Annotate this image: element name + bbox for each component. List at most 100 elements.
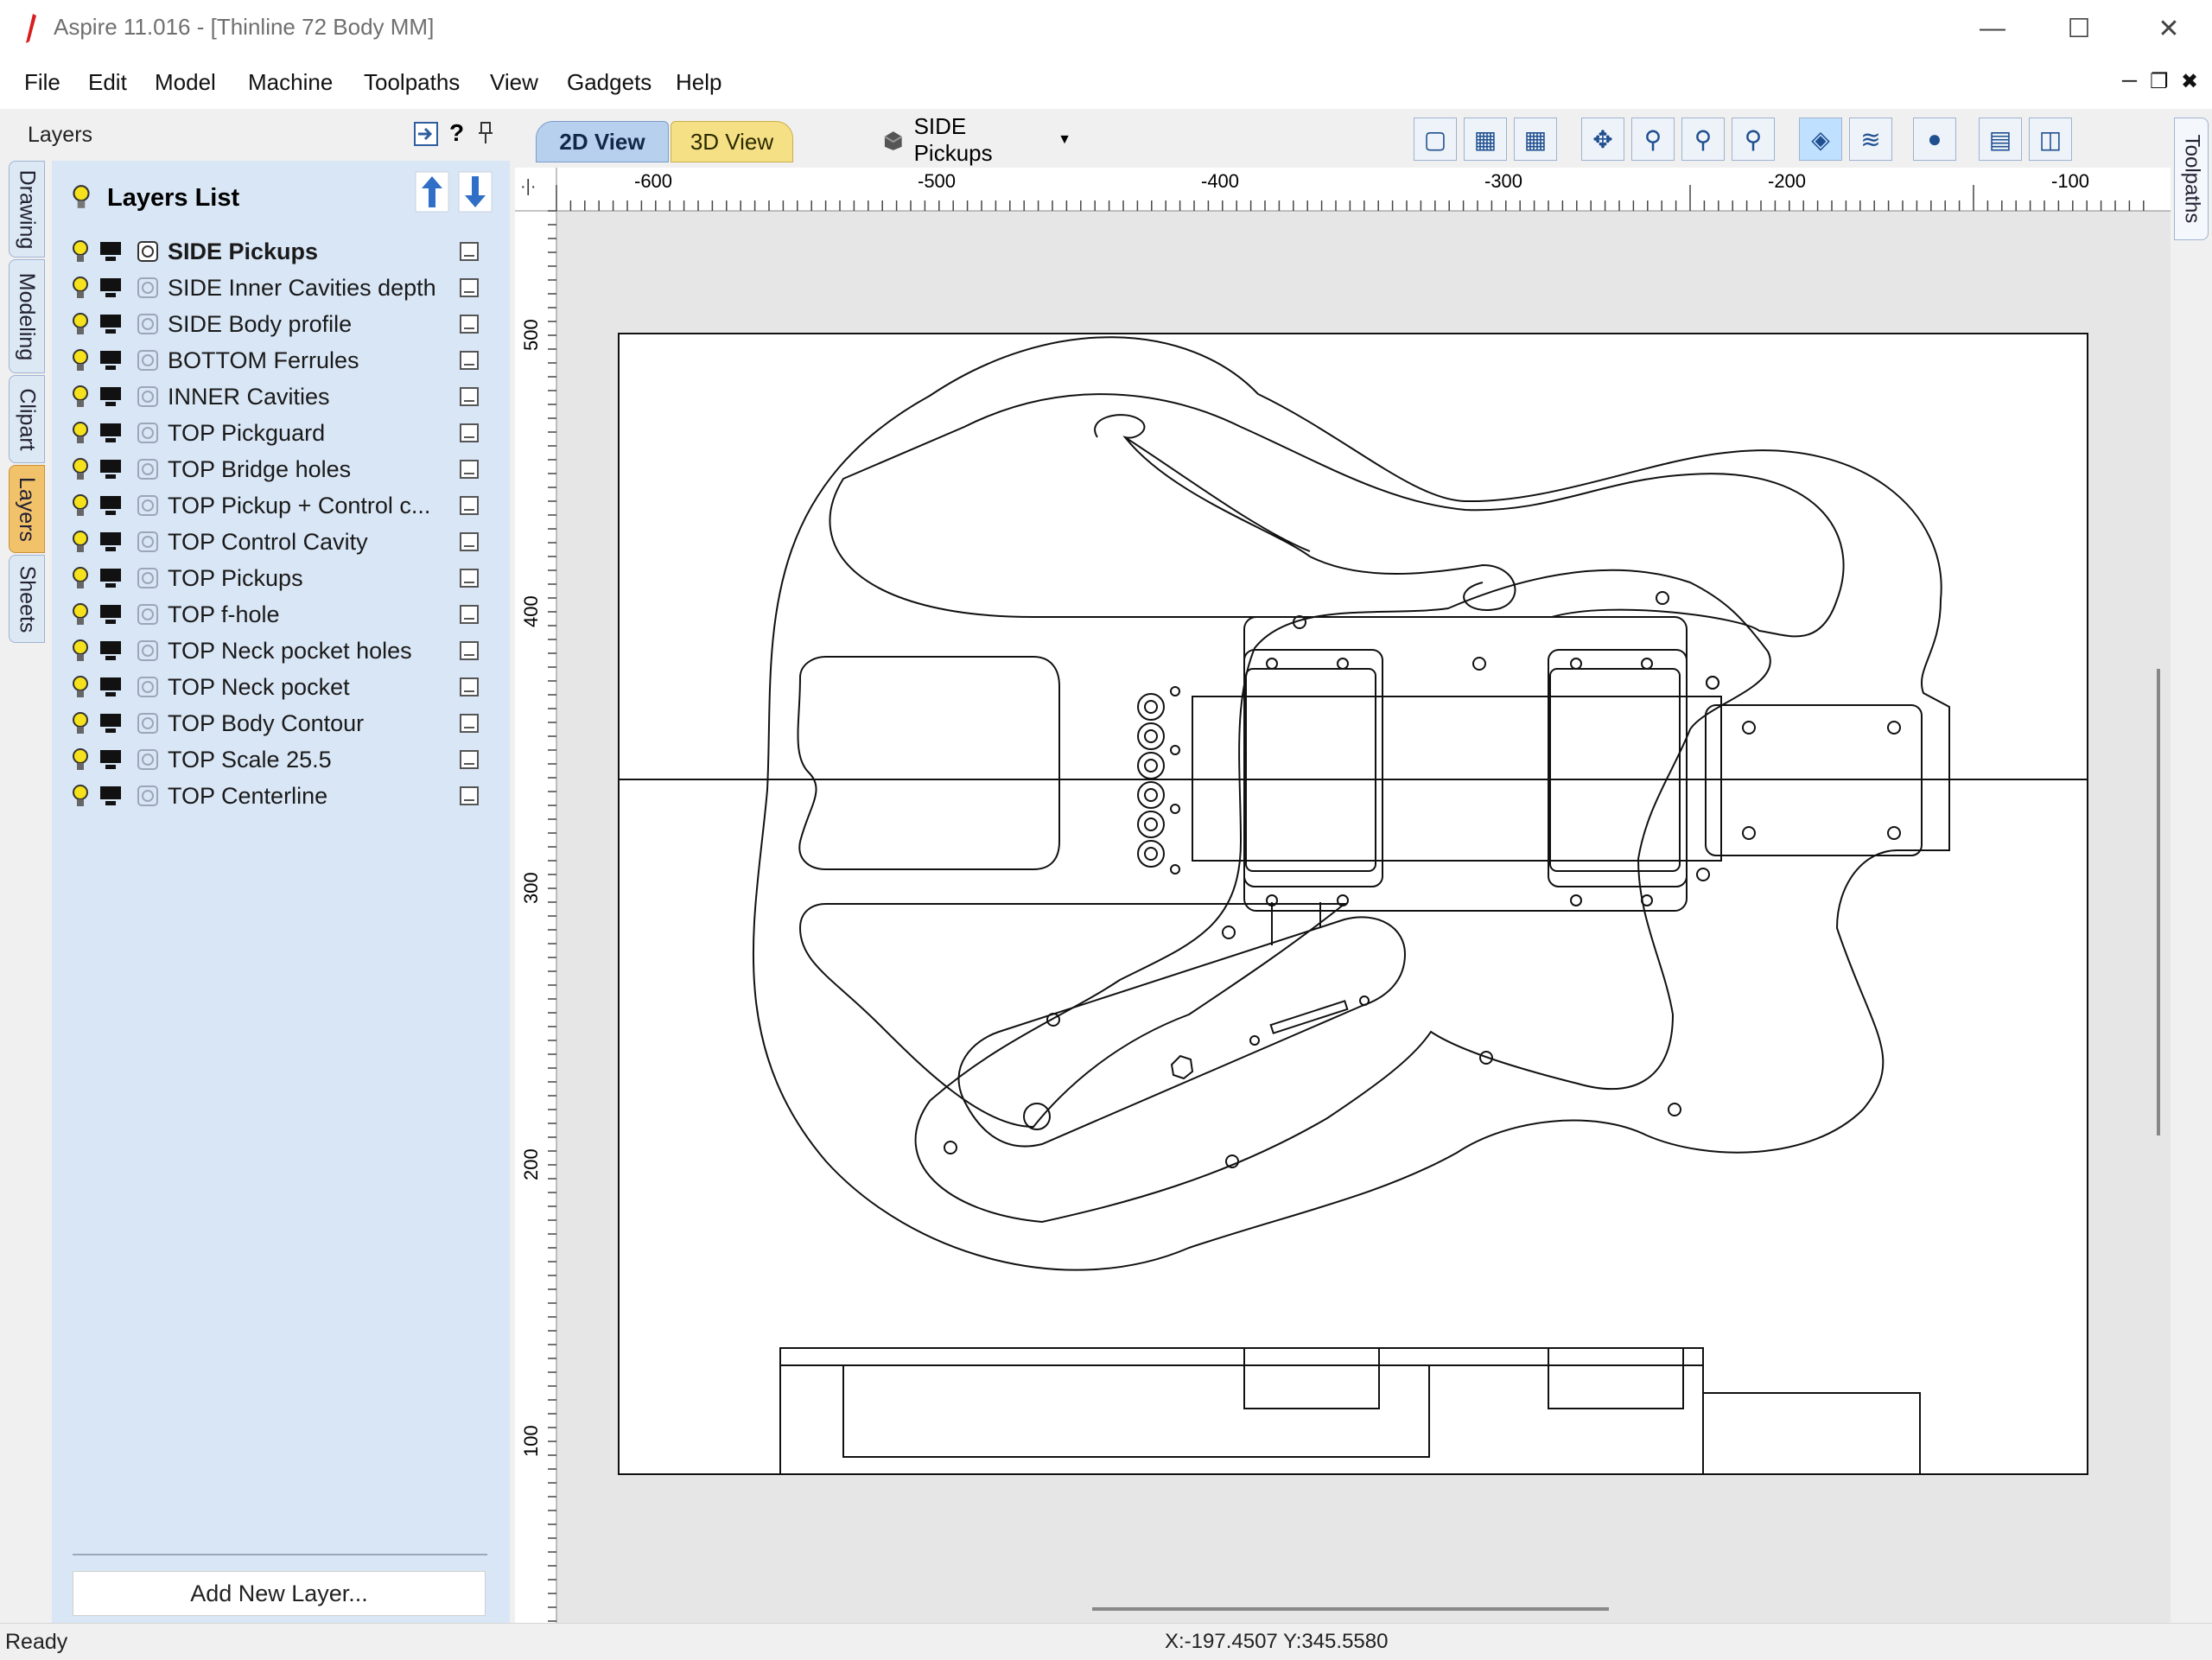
zoom-in-icon[interactable]: ⚲ — [1631, 118, 1675, 161]
layer-sheet-icon[interactable] — [458, 458, 480, 480]
visibility-bulb-icon[interactable] — [69, 384, 92, 410]
menu-edit[interactable]: Edit — [88, 69, 127, 96]
layer-row[interactable]: TOP f-hole — [69, 596, 493, 633]
layer-row[interactable]: TOP Body Contour — [69, 705, 493, 741]
monitor-icon[interactable] — [99, 603, 123, 626]
tab-clipart[interactable]: Clipart — [9, 375, 45, 463]
layer-sheet-icon[interactable] — [458, 240, 480, 263]
visibility-bulb-icon[interactable] — [69, 783, 92, 809]
panel-autohide-icon[interactable] — [413, 121, 439, 147]
menu-file[interactable]: File — [24, 69, 60, 96]
zoom-box-icon[interactable]: ⚲ — [1732, 118, 1775, 161]
layer-sheet-icon[interactable] — [458, 385, 480, 408]
visibility-bulb-icon[interactable] — [69, 638, 92, 664]
layer-sheet-icon[interactable] — [458, 748, 480, 771]
grid-icon[interactable]: ▦ — [1514, 118, 1557, 161]
select-icon[interactable]: ◈ — [1799, 118, 1842, 161]
monitor-icon[interactable] — [99, 349, 123, 372]
visibility-bulb-icon[interactable] — [69, 456, 92, 482]
monitor-icon[interactable] — [99, 385, 123, 408]
layer-sheet-icon[interactable] — [458, 676, 480, 698]
monitor-icon[interactable] — [99, 240, 123, 263]
tab-2d-view[interactable]: 2D View — [536, 121, 669, 162]
layer-row[interactable]: TOP Neck pocket holes — [69, 633, 493, 669]
visibility-bulb-icon[interactable] — [69, 710, 92, 736]
zoom-extents-icon[interactable]: ⚲ — [1681, 118, 1725, 161]
move-layer-down-icon[interactable] — [458, 171, 493, 213]
layer-sheet-icon[interactable] — [458, 785, 480, 807]
tab-drawing[interactable]: Drawing — [9, 161, 45, 258]
visibility-bulb-icon[interactable] — [69, 674, 92, 700]
layer-sheet-icon[interactable] — [458, 422, 480, 444]
minimize-button[interactable]: — — [1949, 0, 2036, 57]
fit-view-icon[interactable]: ▢ — [1414, 118, 1457, 161]
tab-layers[interactable]: Layers — [9, 465, 45, 553]
move-layer-up-icon[interactable] — [415, 171, 449, 213]
visibility-bulb-icon[interactable] — [69, 311, 92, 337]
close-button[interactable]: ✕ — [2126, 0, 2212, 57]
layer-row[interactable]: SIDE Body profile — [69, 306, 493, 342]
layer-sheet-icon[interactable] — [458, 313, 480, 335]
snap-icon[interactable]: ▦ — [1464, 118, 1507, 161]
layer-row[interactable]: TOP Neck pocket — [69, 669, 493, 705]
monitor-icon[interactable] — [99, 458, 123, 480]
layer-row[interactable]: TOP Pickups — [69, 560, 493, 596]
layer-row[interactable]: TOP Bridge holes — [69, 451, 493, 487]
visibility-bulb-icon[interactable] — [69, 601, 92, 627]
layer-row[interactable]: SIDE Pickups — [69, 233, 493, 270]
render-icon[interactable]: ● — [1913, 118, 1956, 161]
pan-icon[interactable]: ✥ — [1581, 118, 1624, 161]
visibility-bulb-icon[interactable] — [69, 420, 92, 446]
add-new-layer-button[interactable]: Add New Layer... — [73, 1571, 486, 1616]
layer-row[interactable]: TOP Centerline — [69, 778, 493, 814]
layer-sheet-icon[interactable] — [458, 603, 480, 626]
visibility-bulb-icon[interactable] — [69, 565, 92, 591]
mdi-close-button[interactable]: ✖ — [2181, 69, 2198, 94]
monitor-icon[interactable] — [99, 494, 123, 517]
menu-help[interactable]: Help — [676, 69, 721, 96]
tab-modeling[interactable]: Modeling — [9, 259, 45, 373]
layer-row[interactable]: TOP Control Cavity — [69, 524, 493, 560]
panel-help-button[interactable]: ? — [449, 119, 464, 147]
visibility-bulb-icon[interactable] — [69, 529, 92, 555]
layer-row[interactable]: TOP Pickup + Control c... — [69, 487, 493, 524]
menu-machine[interactable]: Machine — [248, 69, 333, 96]
visibility-bulb-icon[interactable] — [69, 747, 92, 773]
layer-row[interactable]: TOP Pickguard — [69, 415, 493, 451]
monitor-icon[interactable] — [99, 313, 123, 335]
menu-gadgets[interactable]: Gadgets — [567, 69, 652, 96]
maximize-button[interactable]: ☐ — [2036, 0, 2122, 57]
current-layer-dropdown[interactable]: SIDE Pickups ▼ — [881, 113, 1071, 166]
layer-sheet-icon[interactable] — [458, 531, 480, 553]
mdi-restore-button[interactable]: ❐ — [2150, 69, 2169, 94]
monitor-icon[interactable] — [99, 748, 123, 771]
drawing-canvas[interactable]: -600 -500 -400 -300 -200 -100 500 400 30… — [515, 168, 2171, 1623]
tab-sheets[interactable]: Sheets — [9, 555, 45, 643]
layer-sheet-icon[interactable] — [458, 349, 480, 372]
visibility-bulb-icon[interactable] — [69, 275, 92, 301]
monitor-icon[interactable] — [99, 785, 123, 807]
pin-icon[interactable] — [477, 121, 494, 145]
layer-sheet-icon[interactable] — [458, 494, 480, 517]
layer-row[interactable]: INNER Cavities — [69, 378, 493, 415]
menu-model[interactable]: Model — [155, 69, 216, 96]
mdi-minimize-button[interactable]: ─ — [2122, 69, 2137, 93]
tab-toolpaths[interactable]: Toolpaths — [2174, 118, 2209, 240]
monitor-icon[interactable] — [99, 676, 123, 698]
layer-sheet-icon[interactable] — [458, 567, 480, 589]
monitor-icon[interactable] — [99, 277, 123, 299]
layer-sheet-icon[interactable] — [458, 712, 480, 735]
layer-sheet-icon[interactable] — [458, 277, 480, 299]
layer-sheet-icon[interactable] — [458, 639, 480, 662]
split-view-icon[interactable]: ◫ — [2029, 118, 2072, 161]
layer-row[interactable]: SIDE Inner Cavities depth — [69, 270, 493, 306]
tab-3d-view[interactable]: 3D View — [671, 121, 793, 162]
visibility-bulb-icon[interactable] — [69, 493, 92, 518]
node-edit-icon[interactable]: ≋ — [1849, 118, 1892, 161]
layer-row[interactable]: TOP Scale 25.5 — [69, 741, 493, 778]
monitor-icon[interactable] — [99, 712, 123, 735]
monitor-icon[interactable] — [99, 639, 123, 662]
menu-view[interactable]: View — [490, 69, 538, 96]
monitor-icon[interactable] — [99, 531, 123, 553]
visibility-bulb-icon[interactable] — [69, 239, 92, 264]
